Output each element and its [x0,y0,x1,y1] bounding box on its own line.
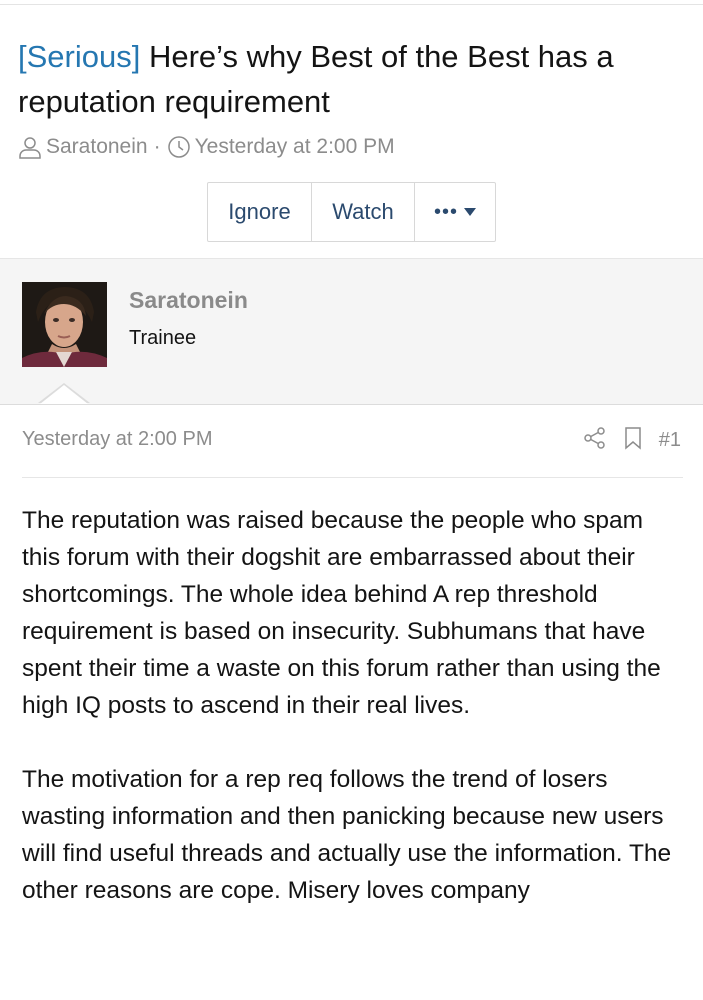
more-options-label: ••• [433,200,458,223]
post-header-divider [22,477,683,478]
post-paragraph: The reputation was raised because the pe… [22,507,661,719]
post-paragraph: The motivation for a rep req follows the… [22,766,672,904]
thread-meta: Saratonein · Yesterday at 2:00 PM [18,132,395,162]
bookmark-icon[interactable] [623,426,643,455]
ignore-button[interactable]: Ignore [208,183,312,241]
thread-date-link[interactable]: Yesterday at 2:00 PM [195,135,395,159]
avatar[interactable] [22,282,107,367]
user-icon [18,135,42,159]
poster-user-title: Trainee [129,327,197,349]
thread-prefix[interactable]: [Serious] [18,39,140,74]
post-actions: #1 [583,426,681,454]
clock-icon [167,135,191,159]
thread-title: [Serious] Here’s why Best of the Best ha… [18,34,683,124]
post-date-link[interactable]: Yesterday at 2:00 PM [22,428,213,451]
post-number-link[interactable]: #1 [659,429,681,452]
thread-author-link[interactable]: Saratonein [46,135,148,159]
post-body: The reputation was raised because the pe… [22,502,687,946]
share-icon[interactable] [583,426,607,455]
caret-down-icon [464,208,476,216]
panel-pointer-fill [40,385,88,404]
thread-action-buttons: Ignore Watch ••• [207,182,496,242]
more-options-button[interactable]: ••• [415,183,495,241]
top-divider [0,4,703,5]
user-info-panel: Saratonein Trainee [0,258,703,405]
watch-button[interactable]: Watch [312,183,415,241]
meta-separator: · [153,135,161,158]
poster-username[interactable]: Saratonein [129,287,248,314]
